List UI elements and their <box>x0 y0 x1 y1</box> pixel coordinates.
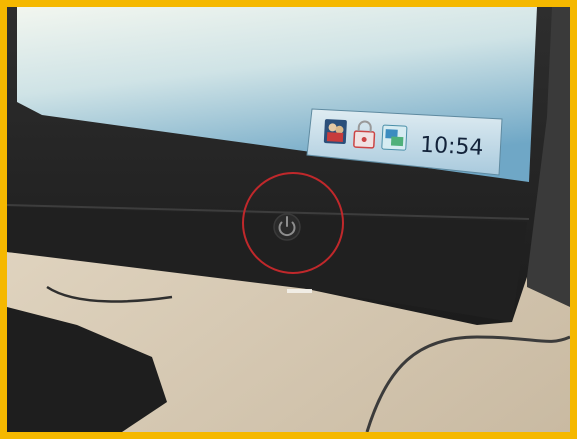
network-icon[interactable] <box>381 124 408 151</box>
power-button[interactable] <box>273 213 301 241</box>
photo-frame: 10:54 <box>0 0 577 439</box>
user-accounts-icon[interactable] <box>323 119 347 145</box>
status-light-reflection <box>287 289 312 293</box>
taskbar-clock: 10:54 <box>419 133 484 161</box>
monitor-photo: 10:54 <box>7 7 570 432</box>
